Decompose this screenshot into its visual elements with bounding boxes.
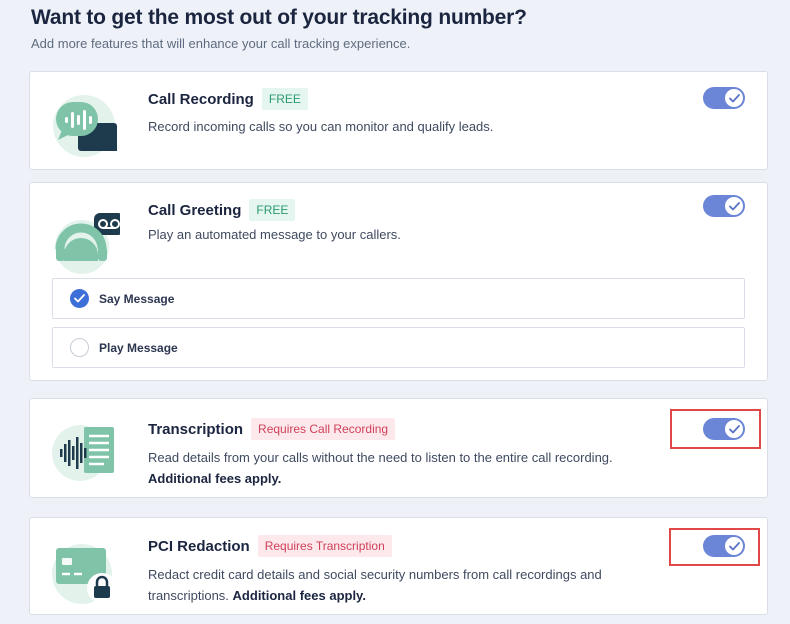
checkmark-icon — [725, 89, 743, 107]
free-badge: FREE — [249, 199, 296, 221]
call-greeting-toggle[interactable] — [703, 195, 745, 217]
toggle-highlight-box — [669, 528, 760, 566]
radio-unselected-icon[interactable] — [70, 338, 89, 357]
feature-description: Record incoming calls so you can monitor… — [148, 119, 494, 134]
page-title: Want to get the most out of your trackin… — [31, 6, 527, 29]
call-recording-toggle[interactable] — [703, 87, 745, 109]
checkmark-icon — [725, 197, 743, 215]
option-label: Play Message — [99, 340, 178, 355]
feature-card-pci-redaction: PCI Redaction Requires Transcription Red… — [29, 517, 768, 615]
chat-bubble-waveform-icon — [50, 88, 120, 164]
requirement-badge: Requires Transcription — [257, 535, 392, 557]
free-badge: FREE — [261, 88, 308, 110]
radio-selected-icon[interactable] — [70, 289, 89, 308]
feature-description: Play an automated message to your caller… — [148, 227, 401, 242]
fee-notice: Additional fees apply. — [232, 588, 366, 603]
feature-title: Transcription — [148, 420, 244, 438]
audio-transcript-icon — [50, 415, 120, 491]
page-subtitle: Add more features that will enhance your… — [31, 36, 411, 51]
feature-description: Redact credit card details and social se… — [148, 567, 602, 603]
fee-notice: Additional fees apply. — [148, 471, 282, 486]
feature-title: PCI Redaction — [148, 537, 250, 555]
feature-title: Call Greeting — [148, 201, 242, 219]
feature-description: Read details from your calls without the… — [148, 450, 613, 486]
feature-card-call-recording: Call Recording FREE Record incoming call… — [29, 71, 768, 170]
play-message-option[interactable]: Play Message — [52, 327, 745, 368]
voicemail-headset-icon — [50, 199, 124, 275]
feature-title: Call Recording — [148, 90, 254, 108]
toggle-highlight-box — [670, 409, 761, 449]
say-message-option[interactable]: Say Message — [52, 278, 745, 319]
credit-card-lock-icon — [50, 534, 120, 610]
feature-card-call-greeting: Call Greeting FREE Play an automated mes… — [29, 182, 768, 381]
option-label: Say Message — [99, 291, 175, 306]
feature-card-transcription: Transcription Requires Call Recording Re… — [29, 398, 768, 498]
requirement-badge: Requires Call Recording — [251, 418, 396, 440]
